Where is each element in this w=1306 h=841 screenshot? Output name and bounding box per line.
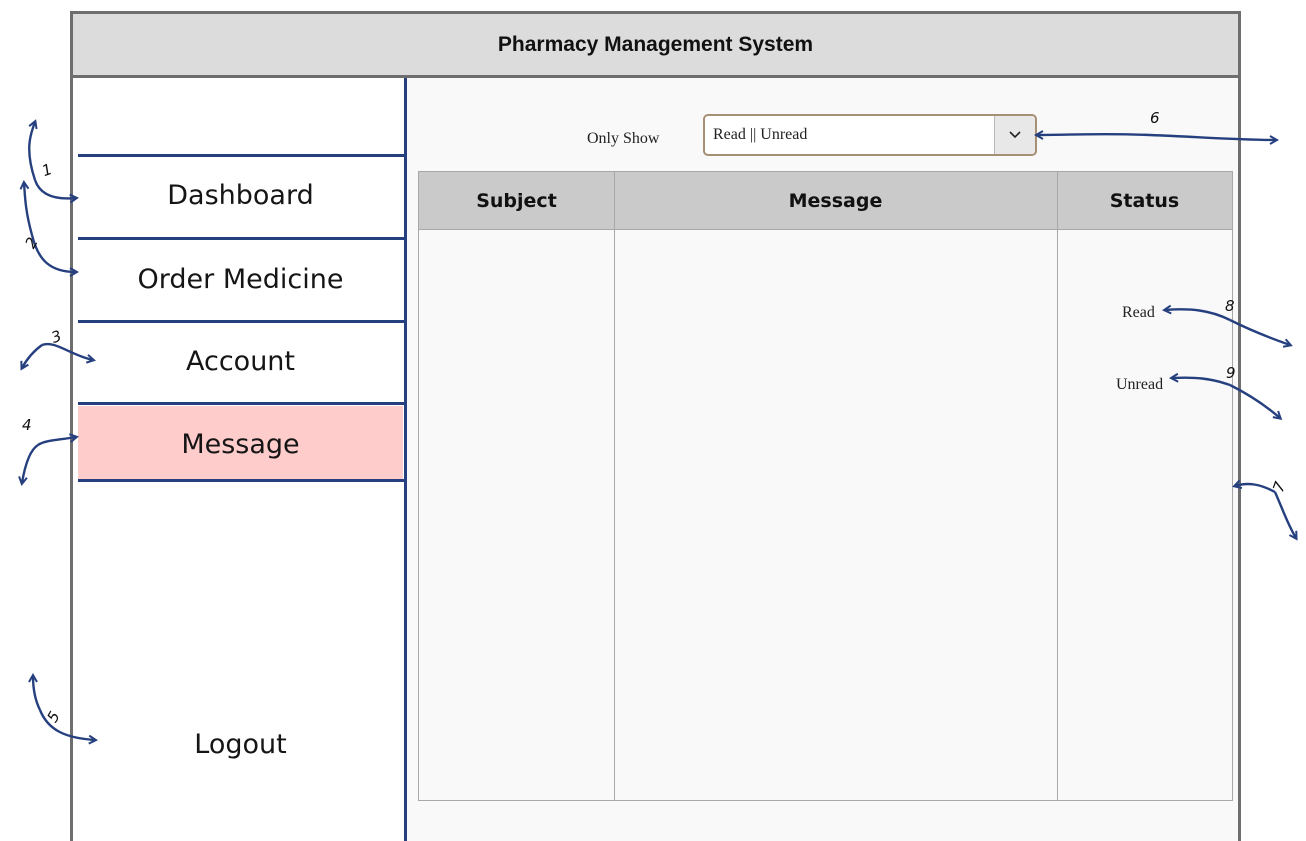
annotation-arrow: [1037, 134, 1151, 135]
annotation-arrow: [22, 443, 39, 483]
annotation-number: 8: [1225, 297, 1235, 315]
annotation-arrow: [1229, 383, 1280, 418]
annotation-number: 9: [1226, 364, 1236, 382]
annotation-arrow: [1273, 491, 1296, 538]
annotation-number: 4: [22, 416, 32, 434]
annotation-arrow: [41, 342, 93, 360]
annotation-arrow: [1229, 318, 1290, 345]
annotation-arrow: [30, 234, 76, 272]
annotation-arrow: [1149, 133, 1276, 140]
annotation-arrow: [22, 344, 43, 368]
annotation-arrow: [1165, 309, 1231, 322]
annotation-arrow: [28, 122, 35, 181]
annotation-number: 6: [1150, 109, 1160, 127]
annotation-arrow: [1172, 378, 1231, 387]
annotation-arrow: [37, 437, 76, 447]
annotation-arrow: [33, 676, 42, 711]
annotation-arrow: [33, 179, 76, 198]
annotation-number: 7: [1269, 479, 1289, 495]
annotation-arrow: [24, 183, 34, 236]
annotation-layer: 1 2 3 4 5 6 7 8 9: [0, 109, 1306, 828]
annotation-number: 1: [39, 160, 54, 180]
